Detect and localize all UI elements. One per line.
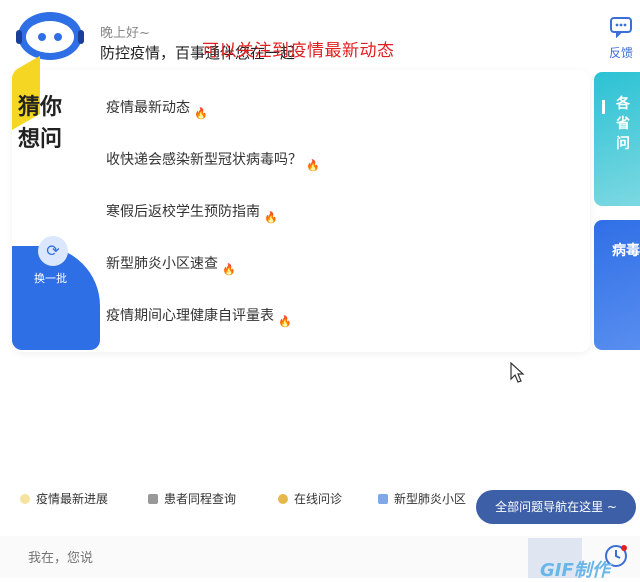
question-item[interactable]: 寒假后返校学生预防指南 🔥 [106, 200, 566, 252]
shortcut-label[interactable]: 新型肺炎小区 [394, 490, 466, 507]
shortcut-consult[interactable]: 在线问诊 [278, 490, 342, 507]
shortcut-trip[interactable]: 患者同程查询 [148, 490, 236, 507]
question-text[interactable]: 寒假后返校学生预防指南 [106, 200, 260, 224]
feedback-button[interactable]: 反馈 [604, 16, 638, 61]
feedback-label: 反馈 [608, 46, 633, 60]
mouse-cursor-icon [510, 362, 525, 383]
shortcut-label[interactable]: 疫情最新进展 [36, 490, 108, 507]
question-item[interactable]: 收快递会感染新型冠状病毒吗？ 🔥 [106, 148, 566, 200]
side-card-provinces[interactable]: 各省问 [594, 72, 640, 206]
question-item[interactable]: 疫情最新动态 🔥 [106, 96, 566, 148]
guess-title: 猜你想问 [18, 95, 63, 152]
shortcut-community[interactable]: 新型肺炎小区 [378, 490, 466, 507]
gif-watermark: GIF制作 [540, 560, 610, 581]
side-card-label: 病毒 [612, 243, 640, 259]
shortcut-label[interactable]: 患者同程查询 [164, 490, 236, 507]
fire-icon: 🔥 [194, 107, 208, 120]
refresh-button-label[interactable]: 换一批 [34, 270, 67, 286]
side-card-virus[interactable]: 病毒 [594, 220, 640, 350]
fire-icon: 🔥 [306, 159, 320, 172]
news-icon [20, 493, 30, 504]
shortcut-latest[interactable]: 疫情最新进展 [20, 490, 108, 507]
fire-icon: 🔥 [222, 263, 236, 276]
home-icon [378, 493, 388, 504]
shortcut-label[interactable]: 在线问诊 [294, 490, 342, 507]
robot-avatar-icon [16, 12, 84, 60]
side-card-label: 各省问 [616, 96, 630, 152]
question-item[interactable]: 新型肺炎小区速查 🔥 [106, 252, 566, 304]
overlay-caption: 可以关注到疫情最新动态 [202, 41, 395, 61]
question-list: 疫情最新动态 🔥 收快递会感染新型冠状病毒吗？ 🔥 寒假后返校学生预防指南 🔥 新型肺… [106, 96, 566, 356]
question-item[interactable]: 疫情期间心理健康自评量表 🔥 [106, 304, 566, 356]
question-text[interactable]: 疫情期间心理健康自评量表 [106, 304, 274, 328]
chat-bubble-icon [610, 17, 632, 39]
question-text[interactable]: 疫情最新动态 [106, 96, 190, 120]
question-text[interactable]: 新型肺炎小区速查 [106, 252, 218, 276]
greeting-text: 晚上好~ [100, 26, 150, 41]
train-icon [148, 493, 158, 504]
card-accent-bar [602, 100, 605, 114]
header: 晚上好~ 防控疫情，百事通伴您在一起 可以关注到疫情最新动态 反馈 [0, 0, 640, 70]
chat-input[interactable] [26, 544, 520, 572]
doctor-icon [278, 493, 288, 504]
fire-icon: 🔥 [264, 211, 278, 224]
refresh-icon[interactable]: ⟳ [38, 236, 68, 266]
nav-tooltip[interactable]: 全部问题导航在这里 ~ [476, 490, 636, 524]
question-text[interactable]: 收快递会感染新型冠状病毒吗？ [106, 148, 302, 172]
fire-icon: 🔥 [278, 315, 292, 328]
